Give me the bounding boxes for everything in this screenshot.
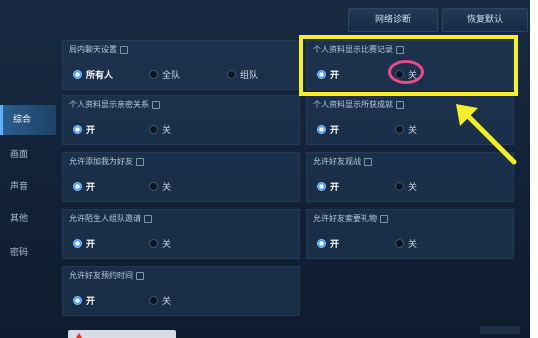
radio-selected-icon [73,125,82,134]
allow-friend-watch-title: 允许好友观战 [313,157,361,166]
allow-friend-reserve-on[interactable]: 开 [73,294,95,307]
info-icon[interactable] [120,45,128,54]
chat-option-team[interactable]: 全队 [149,68,180,81]
allow-friend-watch-off-label: 关 [408,183,418,193]
allow-friend-reserve-off-label: 关 [162,297,172,307]
show-intimacy-panel: 个人资料显示亲密关系 开 关 [62,95,300,145]
show-achievements-on-label: 开 [330,126,340,136]
radio-selected-icon [73,296,82,305]
allow-stranger-invite-on-label: 开 [86,240,96,250]
radio-selected-icon [73,70,82,79]
allow-friend-gift-off[interactable]: 关 [395,237,417,250]
chat-option-team-label: 全队 [162,71,181,81]
chat-setting-title: 局内聊天设置 [69,45,117,54]
allow-add-friend-off-label: 关 [162,183,172,193]
radio-icon [149,296,158,305]
radio-selected-icon [73,239,82,248]
radio-icon [395,182,404,191]
allow-friend-reserve-title: 允许好友预约时间 [69,271,133,280]
info-icon[interactable] [144,214,152,223]
pointer-arrow-icon [456,104,517,165]
info-icon[interactable] [136,157,144,166]
allow-friend-watch-on[interactable]: 开 [317,180,339,193]
radio-selected-icon [317,239,326,248]
sidebar-item-sound[interactable]: 声音 [0,172,56,202]
info-icon[interactable] [152,100,160,109]
radio-icon [149,70,158,79]
network-diagnosis-button[interactable]: 网络诊断 [348,8,438,32]
allow-friend-watch-off[interactable]: 关 [395,180,417,193]
top-bar: 网络诊断 恢复默认 [0,0,530,32]
allow-add-friend-title: 允许添加我为好友 [69,157,133,166]
show-intimacy-title: 个人资料显示亲密关系 [69,100,149,109]
sidebar-item-general[interactable]: 综合 [0,105,56,135]
radio-icon [149,239,158,248]
show-intimacy-on[interactable]: 开 [73,123,95,136]
radio-icon [149,125,158,134]
chat-option-everyone-label: 所有人 [86,71,114,81]
chat-option-party-label: 组队 [240,71,259,81]
allow-add-friend-on[interactable]: 开 [73,180,95,193]
sidebar-item-graphics[interactable]: 画面 [0,140,56,170]
show-achievements-title: 个人资料显示所获成就 [313,100,393,109]
chat-option-everyone[interactable]: 所有人 [73,68,113,81]
radio-icon [227,70,236,79]
allow-stranger-invite-off-label: 关 [162,240,172,250]
info-icon[interactable] [364,157,372,166]
info-icon[interactable] [396,100,404,109]
highlight-circle [388,60,424,84]
reset-default-button[interactable]: 恢复默认 [442,8,528,32]
radio-icon [395,239,404,248]
allow-friend-gift-off-label: 关 [408,240,418,250]
warning-icon [74,333,84,338]
allow-stranger-invite-panel: 允许陌生人组队邀请 开 关 [62,209,300,259]
allow-add-friend-panel: 允许添加我为好友 开 关 [62,152,300,202]
info-icon[interactable] [380,214,388,223]
radio-selected-icon [317,182,326,191]
allow-friend-watch-on-label: 开 [330,183,340,193]
info-icon[interactable] [136,271,144,280]
sidebar-item-other[interactable]: 其他 [0,204,56,234]
radio-icon [395,125,404,134]
radio-selected-icon [73,182,82,191]
allow-add-friend-off[interactable]: 关 [149,180,171,193]
show-achievements-off-label: 关 [408,126,418,136]
allow-add-friend-on-label: 开 [86,183,96,193]
chat-option-party[interactable]: 组队 [227,68,258,81]
sidebar-item-password[interactable]: 密码 [0,238,56,268]
allow-stranger-invite-title: 允许陌生人组队邀请 [69,214,141,223]
show-intimacy-off-label: 关 [162,126,172,136]
show-achievements-on[interactable]: 开 [317,123,339,136]
allow-friend-reserve-off[interactable]: 关 [149,294,171,307]
allow-friend-gift-on[interactable]: 开 [317,237,339,250]
allow-stranger-invite-on[interactable]: 开 [73,237,95,250]
show-intimacy-off[interactable]: 关 [149,123,171,136]
chat-setting-panel: 局内聊天设置 所有人 全队 组队 [62,40,300,90]
allow-stranger-invite-off[interactable]: 关 [149,237,171,250]
allow-friend-reserve-panel: 允许好友预约时间 开 关 [62,266,300,316]
game-settings-window: 网络诊断 恢复默认 综合 画面 声音 其他 密码 局内聊天设置 所有人 全队 组… [0,0,530,338]
allow-friend-gift-title: 允许好友索要礼物 [313,214,377,223]
allow-friend-gift-panel: 允许好友索要礼物 开 关 [306,209,514,259]
logout-button[interactable] [68,330,176,338]
zoom-icon[interactable] [480,326,520,334]
allow-friend-reserve-on-label: 开 [86,297,96,307]
show-intimacy-on-label: 开 [86,126,96,136]
allow-friend-gift-on-label: 开 [330,240,340,250]
show-achievements-off[interactable]: 关 [395,123,417,136]
radio-selected-icon [317,125,326,134]
radio-icon [149,182,158,191]
